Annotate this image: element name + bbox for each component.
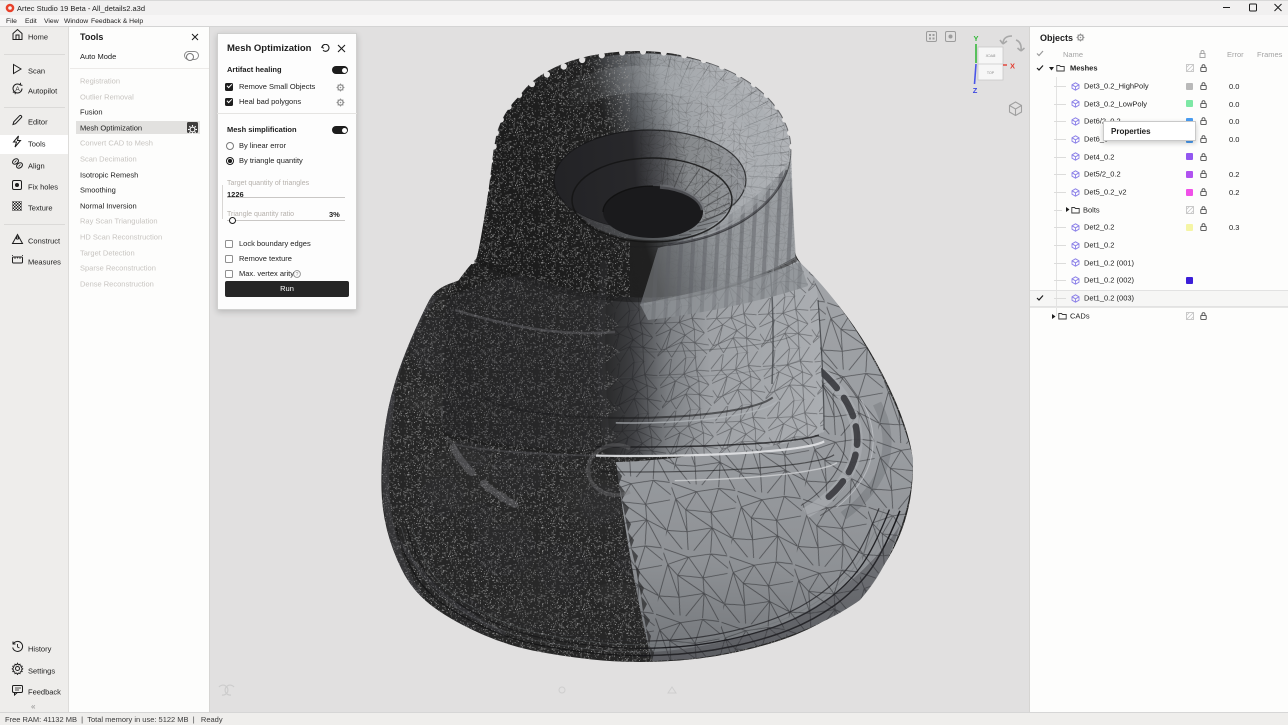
svg-text:TOP: TOP [987,71,995,75]
svg-text:Z: Z [973,86,978,95]
svg-text:?: ? [296,272,299,278]
svg-text:X: X [1010,62,1015,71]
svg-text:BACK: BACK [985,54,995,58]
svg-text:Y: Y [973,34,978,43]
svg-text:A: A [15,86,20,93]
